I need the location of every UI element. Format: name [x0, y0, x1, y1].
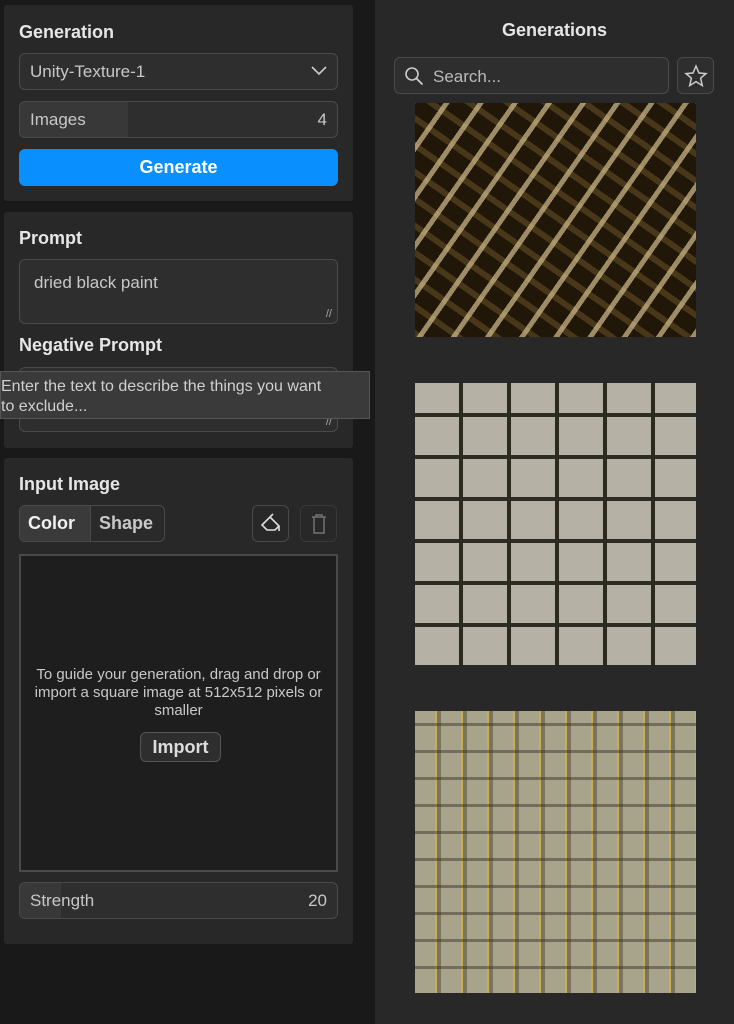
- model-dropdown[interactable]: Unity-Texture-1: [19, 53, 338, 90]
- delete-button[interactable]: [300, 505, 337, 542]
- prompt-title: Prompt: [19, 228, 82, 248]
- generation-title: Generation: [19, 22, 115, 42]
- texture-overlay: [415, 103, 696, 337]
- image-drop-zone[interactable]: To guide your generation, drag and drop …: [19, 554, 338, 872]
- generations-panel: Generations Search...: [375, 0, 734, 1024]
- input-mode-tabs: Color Shape: [19, 505, 165, 542]
- tab-color[interactable]: Color: [20, 506, 90, 541]
- texture-overlay: [415, 711, 696, 993]
- resize-handle-icon[interactable]: //: [326, 308, 332, 320]
- generate-button[interactable]: Generate: [19, 149, 338, 186]
- images-value: 4: [317, 110, 327, 129]
- strength-label: Strength: [30, 891, 95, 910]
- generated-image[interactable]: [415, 383, 696, 665]
- search-input[interactable]: Search...: [394, 57, 669, 94]
- chevron-down-icon: [311, 66, 327, 76]
- images-label: Images: [30, 110, 86, 129]
- tab-shape[interactable]: Shape: [90, 506, 162, 541]
- images-slider[interactable]: Images 4: [19, 101, 338, 138]
- generated-image[interactable]: [415, 711, 696, 993]
- trash-icon: [311, 513, 326, 534]
- strength-slider[interactable]: Strength 20: [19, 882, 338, 919]
- prompt-value: dried black paint: [34, 273, 158, 292]
- model-value: Unity-Texture-1: [30, 62, 146, 81]
- import-button[interactable]: Import: [140, 732, 221, 762]
- negative-prompt-tooltip: Enter the text to describe the things yo…: [0, 371, 370, 419]
- generated-image[interactable]: [415, 103, 696, 337]
- tooltip-line: to exclude...: [1, 398, 88, 415]
- generation-panel: Generation Unity-Texture-1 Images 4 Gene…: [4, 5, 353, 201]
- input-image-panel: Input Image Color Shape To guide your ge…: [4, 458, 353, 944]
- star-icon: [683, 63, 708, 87]
- search-placeholder: Search...: [433, 67, 502, 86]
- favorites-button[interactable]: [677, 57, 714, 94]
- negative-prompt-title: Negative Prompt: [19, 335, 163, 355]
- strength-value: 20: [308, 891, 327, 910]
- prompt-input[interactable]: dried black paint //: [19, 259, 338, 324]
- paint-bucket-button[interactable]: [252, 505, 289, 542]
- search-icon: [405, 67, 424, 86]
- tooltip-line: Enter the text to describe the things yo…: [1, 378, 322, 395]
- drop-hint: To guide your generation, drag and drop …: [34, 666, 323, 719]
- input-image-title: Input Image: [19, 474, 121, 494]
- paint-bucket-icon: [260, 512, 280, 531]
- generations-title: Generations: [501, 20, 608, 40]
